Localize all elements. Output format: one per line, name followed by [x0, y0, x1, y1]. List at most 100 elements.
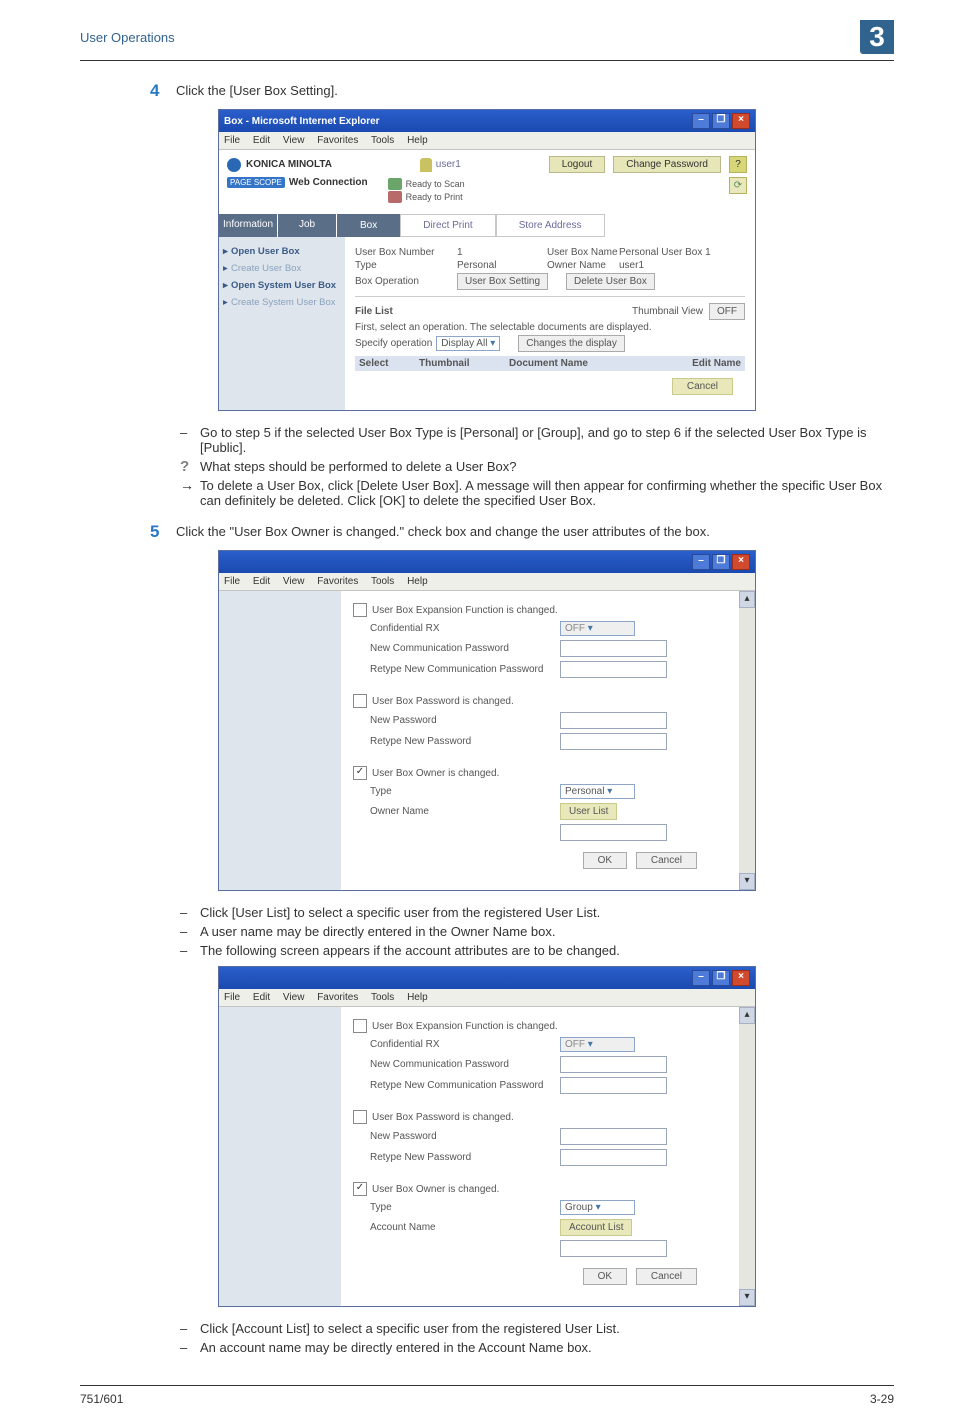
dash-icon: – — [180, 1321, 200, 1336]
label-user-box-name: User Box Name — [547, 247, 619, 258]
scroll-down-icon[interactable]: ▾ — [739, 1289, 755, 1306]
sel-confidential-rx[interactable]: OFF — [560, 621, 635, 636]
minimize-icon[interactable]: – — [692, 970, 710, 986]
dash-icon: – — [180, 905, 200, 920]
note-account-name-entry: An account name may be directly entered … — [200, 1340, 894, 1355]
status-scan: Ready to Scan — [406, 179, 465, 189]
cancel-button[interactable]: Cancel — [636, 852, 697, 869]
user-icon — [420, 158, 432, 172]
menu-edit[interactable]: Edit — [253, 992, 270, 1003]
arrow-icon: → — [180, 478, 200, 508]
menu-help[interactable]: Help — [407, 576, 428, 587]
scroll-up-icon[interactable]: ▴ — [739, 1007, 755, 1024]
delete-user-box-button[interactable]: Delete User Box — [566, 273, 655, 290]
dlg-sidebar-spacer — [219, 591, 341, 890]
scroll-up-icon[interactable]: ▴ — [739, 591, 755, 608]
cb-owner-changed[interactable] — [353, 1182, 367, 1196]
sidebar-open-user-box[interactable]: Open User Box — [223, 243, 341, 260]
input-retype-comm-pw[interactable] — [560, 661, 667, 678]
menu-tools[interactable]: Tools — [371, 135, 394, 146]
menu-tools[interactable]: Tools — [371, 576, 394, 587]
note-box-type: Go to step 5 if the selected User Box Ty… — [200, 425, 894, 455]
cancel-button[interactable]: Cancel — [672, 378, 733, 395]
ie3-titlebar: – ❐ × — [219, 967, 755, 989]
ie2-titlebar: – ❐ × — [219, 551, 755, 573]
lbl-owner-changed: User Box Owner is changed. — [372, 1184, 499, 1195]
input-retype-pw[interactable] — [560, 1149, 667, 1166]
tab-store-address[interactable]: Store Address — [496, 214, 605, 237]
lbl-retype-comm-pw: Retype New Communication Password — [370, 1080, 560, 1091]
sidebar-open-system-user-box[interactable]: Open System User Box — [223, 277, 341, 294]
lbl-new-pw: New Password — [370, 715, 560, 726]
cb-expansion[interactable] — [353, 1019, 367, 1033]
menu-help[interactable]: Help — [407, 992, 428, 1003]
tab-box[interactable]: Box — [337, 214, 400, 237]
scroll-down-icon[interactable]: ▾ — [739, 873, 755, 890]
user-list-button[interactable]: User List — [560, 803, 617, 820]
input-retype-pw[interactable] — [560, 733, 667, 750]
cb-pw-changed[interactable] — [353, 1110, 367, 1124]
menu-favorites[interactable]: Favorites — [317, 135, 358, 146]
sidebar-create-user-box[interactable]: Create User Box — [223, 260, 341, 277]
minimize-icon[interactable]: – — [692, 554, 710, 570]
sidebar-header-information[interactable]: Information — [219, 214, 278, 237]
changes-display-button[interactable]: Changes the display — [518, 335, 625, 352]
cb-owner-changed[interactable] — [353, 766, 367, 780]
maximize-icon[interactable]: ❐ — [712, 970, 730, 986]
input-new-comm-pw[interactable] — [560, 640, 667, 657]
menu-view[interactable]: View — [283, 135, 305, 146]
ok-button[interactable]: OK — [583, 1268, 627, 1285]
help-icon[interactable]: ? — [729, 156, 747, 173]
cancel-button[interactable]: Cancel — [636, 1268, 697, 1285]
scrollbar[interactable]: ▴ ▾ — [739, 591, 755, 890]
sidebar-create-system-user-box[interactable]: Create System User Box — [223, 294, 341, 311]
menu-file[interactable]: File — [224, 576, 240, 587]
maximize-icon[interactable]: ❐ — [712, 113, 730, 129]
thumbnail-off-button[interactable]: OFF — [709, 303, 745, 320]
menu-edit[interactable]: Edit — [253, 135, 270, 146]
input-retype-comm-pw[interactable] — [560, 1077, 667, 1094]
ok-button[interactable]: OK — [583, 852, 627, 869]
menu-edit[interactable]: Edit — [253, 576, 270, 587]
cb-pw-changed[interactable] — [353, 694, 367, 708]
menu-favorites[interactable]: Favorites — [317, 992, 358, 1003]
menu-favorites[interactable]: Favorites — [317, 576, 358, 587]
maximize-icon[interactable]: ❐ — [712, 554, 730, 570]
refresh-icon[interactable]: ⟳ — [729, 177, 747, 194]
note-following-screen: The following screen appears if the acco… — [200, 943, 894, 958]
close-icon[interactable]: × — [732, 113, 750, 129]
step-5-number: 5 — [150, 522, 176, 542]
account-list-button[interactable]: Account List — [560, 1219, 632, 1236]
cb-expansion[interactable] — [353, 603, 367, 617]
dash-icon: – — [180, 943, 200, 958]
tab-direct-print[interactable]: Direct Print — [400, 214, 495, 237]
menu-file[interactable]: File — [224, 992, 240, 1003]
input-new-comm-pw[interactable] — [560, 1056, 667, 1073]
user-box-setting-button[interactable]: User Box Setting — [457, 273, 548, 290]
scrollbar[interactable]: ▴ ▾ — [739, 1007, 755, 1306]
close-icon[interactable]: × — [732, 554, 750, 570]
menu-file[interactable]: File — [224, 135, 240, 146]
brand-text: KONICA MINOLTA — [246, 159, 332, 170]
sidebar-header-job[interactable]: Job — [278, 214, 337, 237]
dash-icon: – — [180, 1340, 200, 1355]
value-user-box-number: 1 — [457, 247, 547, 258]
specify-operation-select[interactable]: Display All — [436, 336, 500, 351]
menu-view[interactable]: View — [283, 992, 305, 1003]
sel-owner-type[interactable]: Personal — [560, 784, 635, 799]
sel-confidential-rx[interactable]: OFF — [560, 1037, 635, 1052]
input-new-pw[interactable] — [560, 1128, 667, 1145]
current-user: user1 — [436, 159, 461, 170]
menu-help[interactable]: Help — [407, 135, 428, 146]
change-password-button[interactable]: Change Password — [613, 156, 721, 173]
menu-tools[interactable]: Tools — [371, 992, 394, 1003]
dash-icon: – — [180, 924, 200, 939]
input-new-pw[interactable] — [560, 712, 667, 729]
input-owner-name[interactable] — [560, 824, 667, 841]
minimize-icon[interactable]: – — [692, 113, 710, 129]
logout-button[interactable]: Logout — [549, 156, 606, 173]
menu-view[interactable]: View — [283, 576, 305, 587]
input-account-name[interactable] — [560, 1240, 667, 1257]
sel-owner-type-group[interactable]: Group — [560, 1200, 635, 1215]
close-icon[interactable]: × — [732, 970, 750, 986]
